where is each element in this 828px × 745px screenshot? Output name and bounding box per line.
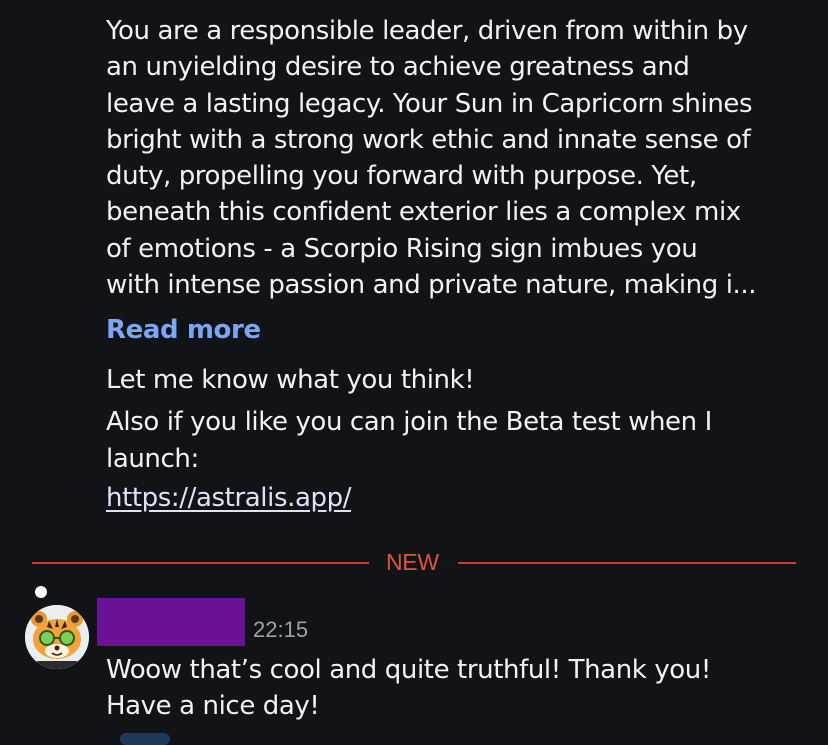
message-line: bright with a strong work ethic and inna… — [106, 124, 751, 155]
new-divider-left-line — [32, 562, 369, 564]
read-more-link[interactable]: Read more — [106, 312, 261, 348]
message-line: duty, propelling you forward with purpos… — [106, 161, 697, 192]
message-line: an unyielding desire to achieve greatnes… — [106, 52, 690, 83]
message-line: leave a lasting legacy. Your Sun in Capr… — [106, 88, 753, 119]
message-line: with intense passion and private nature,… — [106, 270, 757, 301]
message-timestamp: 22:15 — [253, 617, 309, 642]
message-paragraph: You are a responsible leader, driven fro… — [106, 13, 806, 303]
message-beta-text: Also if you like you can join the Beta t… — [106, 407, 712, 437]
message-line: beneath this confident exterior lies a c… — [106, 197, 741, 228]
status-dot-icon — [35, 586, 47, 598]
tiger-avatar-icon[interactable] — [25, 605, 89, 669]
new-messages-label: NEW — [386, 549, 439, 575]
tiger-avatar-svg — [25, 605, 89, 669]
reply-text-line: Have a nice day! — [106, 691, 320, 721]
message-launch-text: launch: — [106, 444, 199, 474]
reaction-button[interactable] — [120, 733, 170, 745]
astralis-link[interactable]: https://astralis.app/ — [106, 480, 351, 516]
message-line: You are a responsible leader, driven fro… — [106, 16, 748, 46]
new-divider-right-line — [458, 562, 796, 564]
message-feedback-text: Let me know what you think! — [106, 365, 475, 395]
reply-text-line: Woow that’s cool and quite truthful! Tha… — [106, 655, 711, 685]
message-line: of emotions - a Scorpio Rising sign imbu… — [106, 233, 698, 264]
username-redacted[interactable] — [97, 598, 245, 646]
